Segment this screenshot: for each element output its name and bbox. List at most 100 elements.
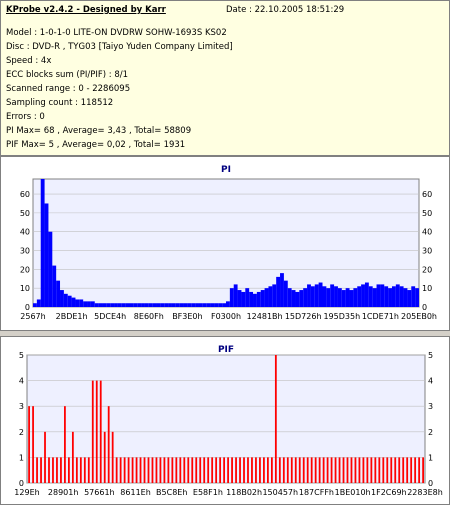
x-tick-label: B5C8Eh	[156, 488, 187, 497]
pi-bar	[218, 303, 223, 307]
pi-bar	[376, 284, 381, 307]
x-tick-label: E58F1h	[193, 488, 223, 497]
pif-bar	[159, 457, 162, 483]
pif-bar	[219, 457, 222, 483]
sampling-line: Sampling count : 118512	[6, 98, 114, 108]
pif-bar	[330, 457, 333, 483]
pi-bar	[364, 282, 369, 307]
pi-bar	[326, 288, 331, 307]
pif-bar	[79, 457, 82, 483]
y-tick-left: 60	[20, 190, 30, 199]
pi-bar	[268, 286, 273, 307]
y-tick-right: 5	[428, 351, 433, 360]
pi-bar	[164, 303, 169, 307]
pif-bar	[402, 457, 405, 483]
y-tick-right: 3	[428, 402, 433, 411]
pi-chart-panel: PI 0 0 10 10 20 20 30 30 40 40 50 50 60 60 2567h 2BDE1h 5…	[0, 156, 450, 331]
pif-bar	[56, 457, 58, 483]
pif-bar	[95, 380, 98, 483]
y-tick-right: 10	[422, 284, 432, 293]
x-tick-label: 2567h	[20, 312, 45, 321]
pi-bar	[341, 290, 346, 307]
pif-bar	[354, 457, 357, 483]
pif-bar	[263, 457, 265, 483]
pi-bar	[314, 284, 319, 307]
pif-bar	[390, 457, 393, 483]
x-tick-label: 118B02h	[226, 488, 262, 497]
pif-chart: PIF 0 0 1 1 2 2 3 3 4 4 5 5 129Eh 28901h 57661h 8611Eh B5…	[14, 345, 442, 497]
y-tick-right: 2	[428, 428, 433, 437]
pi-bar	[198, 303, 203, 307]
pi-bar	[318, 282, 323, 307]
pif-bar	[414, 457, 417, 483]
pif-bar	[286, 457, 289, 483]
pi-bar	[129, 303, 134, 307]
errors-line: Errors : 0	[6, 112, 45, 122]
pif-bar	[99, 380, 102, 483]
pif-bar	[36, 457, 38, 483]
pif-bar	[40, 457, 42, 483]
pif-bar	[103, 431, 106, 483]
pi-bar	[106, 303, 111, 307]
pif-bar	[378, 457, 381, 483]
pi-bar	[349, 290, 354, 307]
pi-bar	[391, 286, 396, 307]
pif-bar	[167, 457, 170, 483]
x-tick-label: 1F2C69h	[371, 488, 407, 497]
pif-bar	[386, 457, 389, 483]
pif-bar	[227, 457, 229, 483]
pi-bar	[256, 291, 261, 307]
pif-bar	[135, 457, 138, 483]
pif-bar	[175, 457, 178, 483]
pif-bar	[127, 457, 130, 483]
pi-bar	[303, 288, 308, 307]
chart-title: PIF	[218, 345, 234, 355]
pif-bar	[410, 457, 413, 483]
info-panel: KProbe v2.4.2 - Designed by Karr Date : …	[0, 0, 450, 156]
range-line: Scanned range : 0 - 2286095	[6, 84, 131, 94]
pif-bar	[266, 457, 269, 483]
pi-bar	[63, 293, 68, 307]
pi-bar	[114, 303, 118, 307]
pif-bar	[255, 457, 257, 483]
pi-bar	[384, 286, 389, 307]
x-tick-label: 150457h	[262, 488, 298, 497]
pif-bar	[366, 457, 369, 483]
pif-bar	[203, 457, 206, 483]
pi-bar	[295, 291, 300, 307]
pif-bar	[32, 406, 34, 483]
pi-bar	[87, 301, 91, 307]
pi-bar	[137, 303, 142, 307]
pi-bar	[388, 288, 392, 307]
pif-bar	[338, 457, 341, 483]
pi-bar	[79, 299, 84, 307]
pif-bar	[211, 457, 214, 483]
pi-bar	[187, 303, 192, 307]
pi-bar	[121, 303, 126, 307]
pi-bar	[67, 295, 72, 307]
pif-bar	[131, 457, 134, 483]
pi-bar	[98, 303, 103, 307]
ecc-line: ECC blocks sum (PI/PIF) : 8/1	[6, 70, 129, 80]
pif-chart-panel: PIF 0 0 1 1 2 2 3 3 4 4 5 5 129Eh 28901h 57661h 8611Eh B5…	[0, 336, 450, 505]
pi-bar	[357, 286, 362, 307]
pi-bar	[36, 299, 41, 307]
model-line: Model : 1-0-1-0 LITE-ON DVDRW SOHW-1693S…	[6, 28, 227, 38]
pif-bar	[362, 457, 365, 483]
pi-bar	[110, 303, 115, 307]
x-tick-label: 28901h	[48, 488, 79, 497]
pif-bar	[179, 457, 182, 483]
pif-bar	[64, 406, 66, 483]
pif-bar	[115, 457, 118, 483]
y-tick-right: 60	[422, 190, 432, 199]
pi-bar	[372, 288, 377, 307]
pi-bar	[280, 273, 284, 307]
pi-bar	[226, 301, 230, 307]
pif-bar	[247, 457, 249, 483]
x-tick-label: 187CFFh	[299, 488, 334, 497]
y-tick-right: 0	[428, 479, 433, 488]
pi-bar	[210, 303, 215, 307]
pif-bar	[302, 457, 305, 483]
pif-bar	[48, 457, 50, 483]
x-tick-label: 129Eh	[14, 488, 39, 497]
